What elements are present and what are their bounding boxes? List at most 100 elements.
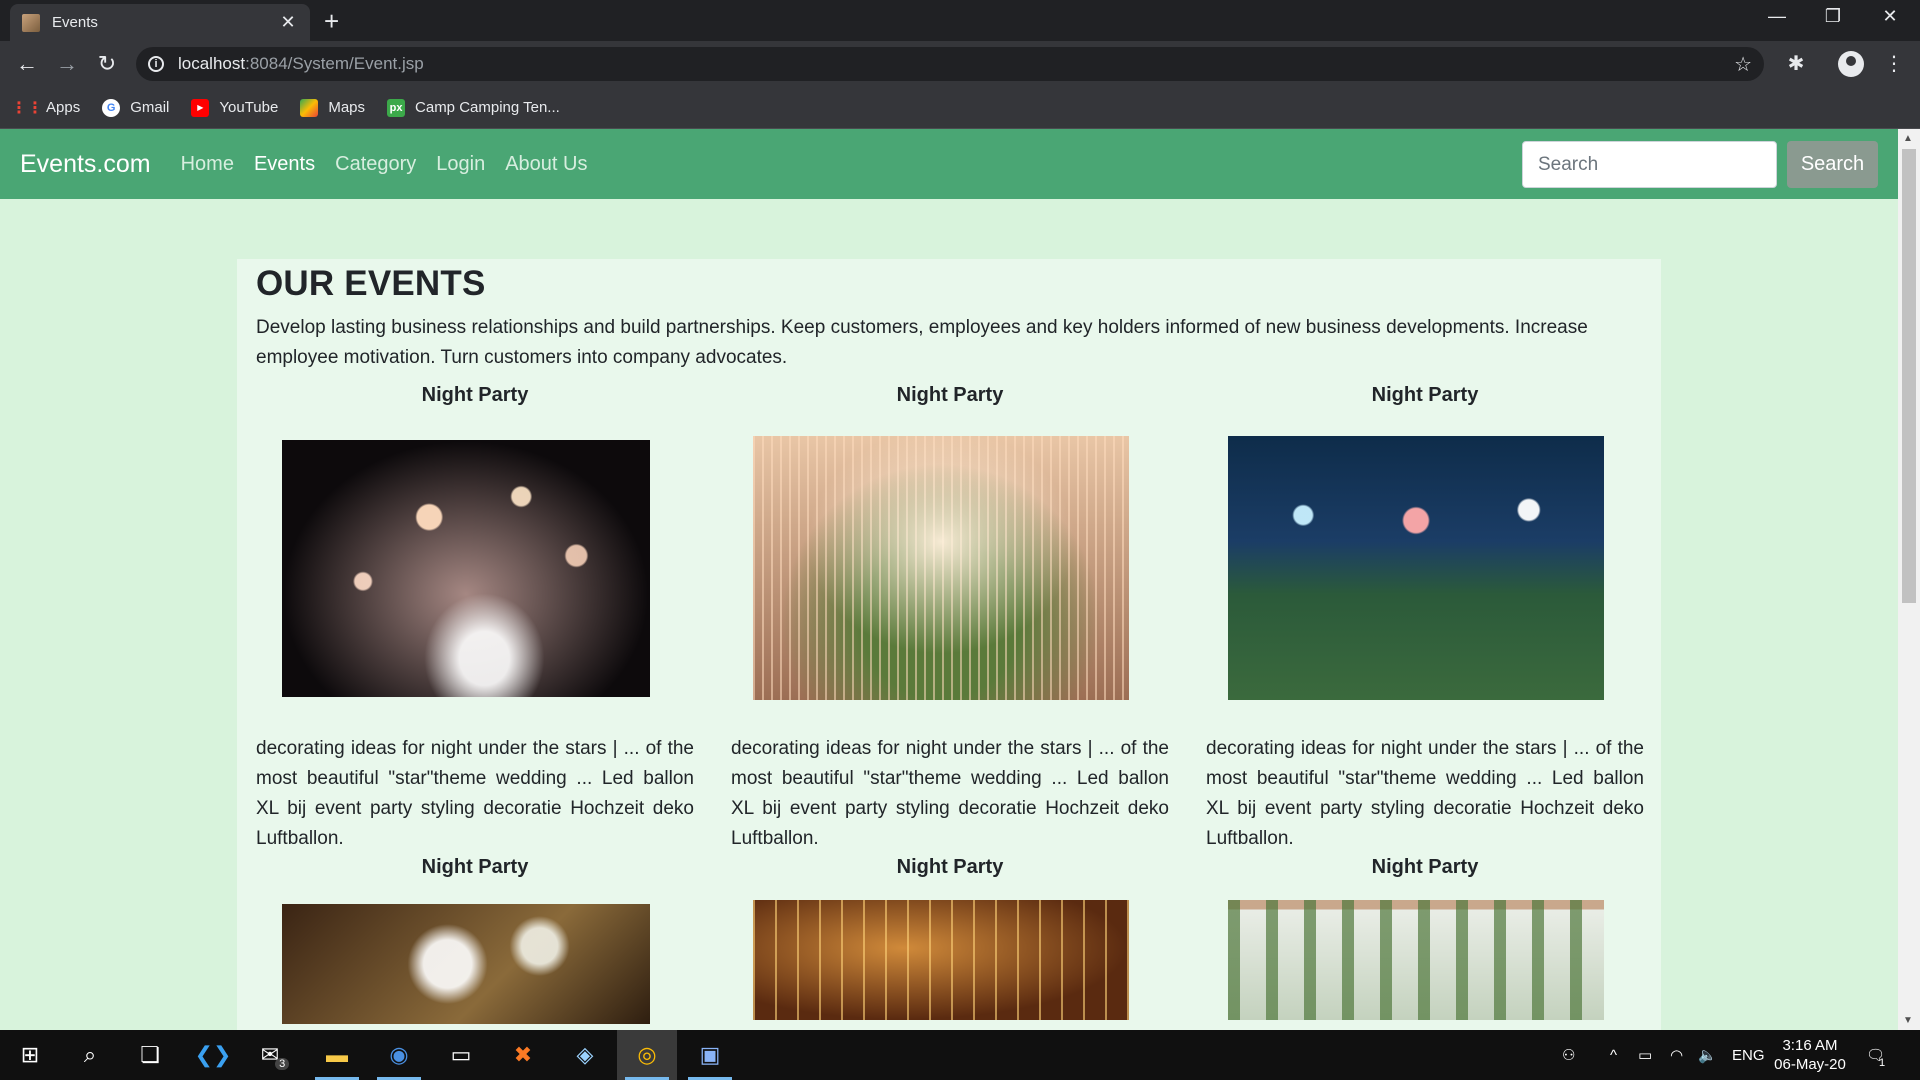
windows-taskbar: ⊞ ⌕ ❏ ❮❯ ✉ 3 ▬ ◉ ▭ ✖ ◈ ◎ ▣ ⚇ ^ ▭ ◠ 🔈 ENG … [0,1030,1920,1080]
event-title: Night Party [896,856,1004,878]
browser-tab-strip: Events ✕ + — ❐ ✕ [0,0,1920,41]
reload-icon[interactable]: ↻ [92,49,122,79]
people-icon[interactable]: ⚇ [1562,1030,1575,1080]
youtube-icon: ▶ [191,98,210,117]
windows-start-icon[interactable]: ⊞ [0,1030,60,1080]
menu-dots-icon[interactable]: ⋮ [1880,51,1908,76]
bookmarks-bar: ⋮⋮ Apps G Gmail ▶ YouTube Maps px Camp C… [0,87,1920,129]
search-button[interactable]: Search [1787,141,1878,188]
forward-icon[interactable]: → [52,49,82,79]
url-text: localhost:8084/System/Event.jsp [178,54,424,74]
bookmark-label: Maps [328,99,366,116]
profile-avatar-icon[interactable] [1838,51,1864,77]
close-tab-icon[interactable]: ✕ [278,12,298,33]
event-image[interactable] [1228,900,1604,1020]
bookmark-label: YouTube [219,99,279,116]
intro-text: Develop lasting business relationships a… [256,317,1588,368]
bookmark-apps[interactable]: ⋮⋮ Apps [11,99,81,117]
bookmark-youtube[interactable]: ▶ YouTube [191,98,279,117]
terminal-icon[interactable]: ▭ [431,1030,491,1080]
event-card: Night Party decorating ideas for night u… [1206,384,1644,849]
restore-icon[interactable]: ❐ [1813,6,1853,27]
clock-date: 06-May-20 [1774,1056,1846,1073]
url-host: localhost [178,54,246,73]
scroll-up-icon[interactable]: ▲ [1903,133,1913,144]
google-icon: G [102,98,121,117]
bookmark-label: Apps [46,99,81,116]
clock[interactable]: 3:16 AM 06-May-20 [1770,1036,1850,1074]
event-title: Night Party [896,384,1004,406]
event-title: Night Party [421,384,529,406]
event-image[interactable] [282,440,650,697]
event-card: Night Party [256,856,694,1024]
task-view-icon[interactable]: ❏ [120,1030,180,1080]
page-title: OUR EVENTS [256,264,486,303]
bookmark-label: Gmail [130,99,170,116]
events-container: OUR EVENTS Develop lasting business rela… [237,259,1661,1030]
event-image[interactable] [1228,436,1604,700]
nav-link-events[interactable]: Events [254,153,315,176]
nav-link-home[interactable]: Home [181,153,234,176]
event-description: decorating ideas for night under the sta… [1206,738,1644,849]
px-icon: px [387,98,406,117]
event-card: Night Party [1206,856,1644,1020]
event-description: decorating ideas for night under the sta… [256,738,694,849]
cube-app-icon[interactable]: ◈ [555,1030,615,1080]
site-navbar: Events.com Home Events Category Login Ab… [0,129,1898,199]
url-path: :8084/System/Event.jsp [245,54,424,73]
event-card: Night Party decorating ideas for night u… [731,384,1169,849]
minimize-icon[interactable]: — [1757,6,1797,27]
event-image[interactable] [282,904,650,1024]
mail-icon[interactable]: ✉ 3 [245,1030,305,1080]
tab-title: Events [52,14,98,31]
bookmark-star-icon[interactable]: ☆ [1734,52,1752,77]
new-tab-icon[interactable]: + [324,8,339,34]
event-image[interactable] [753,900,1129,1020]
site-brand[interactable]: Events.com [20,150,151,179]
scrollbar-thumb[interactable] [1902,149,1916,603]
image-viewer-icon[interactable]: ▣ [680,1030,740,1080]
back-icon[interactable]: ← [12,49,42,79]
bookmark-maps[interactable]: Maps [300,98,366,117]
apps-grid-icon: ⋮⋮ [11,99,43,117]
extension-icon[interactable]: ✱ [1782,51,1810,76]
event-card: Night Party [731,856,1169,1020]
nav-link-about-us[interactable]: About Us [505,153,587,176]
firefox-icon[interactable]: ◉ [369,1030,429,1080]
page-viewport: Events.com Home Events Category Login Ab… [0,129,1898,1030]
close-window-icon[interactable]: ✕ [1870,6,1910,27]
search-input[interactable] [1522,141,1777,188]
nav-link-login[interactable]: Login [436,153,485,176]
language-indicator[interactable]: ENG [1732,1030,1765,1080]
browser-tab[interactable]: Events ✕ [10,4,310,41]
event-image[interactable] [753,436,1129,700]
event-favicon-icon [22,13,40,32]
clock-time: 3:16 AM [1782,1037,1838,1054]
address-bar[interactable]: i localhost:8084/System/Event.jsp ☆ [136,47,1764,81]
event-title: Night Party [1371,384,1479,406]
event-title: Night Party [1371,856,1479,878]
page-scrollbar[interactable]: ▲ ▼ [1898,129,1920,1030]
nav-link-category[interactable]: Category [335,153,416,176]
mail-badge: 3 [275,1058,290,1070]
info-icon[interactable]: i [148,56,164,72]
bookmark-gmail[interactable]: G Gmail [102,98,170,117]
volume-muted-icon[interactable]: 🔈 [1698,1030,1717,1080]
browser-toolbar: ← → ↻ i localhost:8084/System/Event.jsp … [0,41,1920,87]
file-explorer-icon[interactable]: ▬ [307,1030,367,1080]
scroll-down-icon[interactable]: ▼ [1903,1015,1913,1026]
vscode-icon[interactable]: ❮❯ [183,1030,243,1080]
notification-icon[interactable]: 🗨 1 [1866,1030,1885,1080]
event-description: decorating ideas for night under the sta… [731,738,1169,849]
event-card: Night Party decorating ideas for night u… [256,384,694,849]
event-title: Night Party [421,856,529,878]
wifi-icon[interactable]: ◠ [1670,1030,1683,1080]
chrome-icon[interactable]: ◎ [617,1030,677,1080]
xampp-icon[interactable]: ✖ [493,1030,553,1080]
bookmark-label: Camp Camping Ten... [415,99,560,116]
bookmark-camp[interactable]: px Camp Camping Ten... [387,98,560,117]
battery-icon[interactable]: ▭ [1638,1030,1652,1080]
notification-count: 1 [1879,1057,1886,1069]
tray-chevron-icon[interactable]: ^ [1610,1030,1617,1080]
search-icon[interactable]: ⌕ [60,1030,120,1080]
